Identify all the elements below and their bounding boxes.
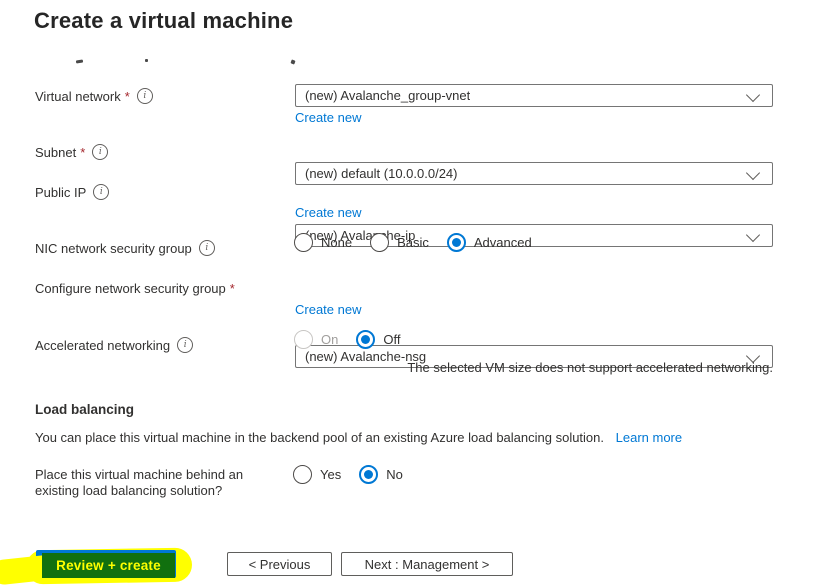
field-label-public-ip: Public IP i <box>35 184 110 200</box>
load-balancing-radio-group: Yes No <box>293 465 421 484</box>
info-icon[interactable]: i <box>177 337 194 353</box>
accelerated-networking-radio-group: On Off <box>294 330 418 349</box>
virtual-network-value: (new) Avalanche_group-vnet <box>305 88 471 103</box>
previous-button[interactable]: < Previous <box>227 552 332 576</box>
subnet-value: (new) default (10.0.0.0/24) <box>305 166 458 181</box>
nic-nsg-radio-group: None Basic Advanced <box>294 233 550 252</box>
radio-circle <box>293 465 312 484</box>
info-icon[interactable]: i <box>92 144 109 160</box>
page-title: Create a virtual machine <box>34 8 294 33</box>
field-label-configure-nsg: Configure network security group * <box>35 281 235 296</box>
radio-advanced[interactable]: Advanced <box>446 233 532 252</box>
radio-circle-disabled <box>294 330 313 349</box>
field-label-virtual-network: Virtual network * i <box>35 88 153 104</box>
required-asterisk: * <box>124 88 130 104</box>
field-label-accelerated-networking: Accelerated networking i <box>35 337 194 353</box>
required-asterisk: * <box>80 144 86 160</box>
create-new-public-ip-link[interactable]: Create new <box>295 205 361 220</box>
load-balancing-description: You can place this virtual machine in th… <box>35 430 683 445</box>
review-create-button[interactable]: Review + create <box>42 553 175 578</box>
info-icon[interactable]: i <box>93 184 110 200</box>
radio-basic[interactable]: Basic <box>370 233 429 252</box>
next-management-button[interactable]: Next : Management > <box>341 552 513 576</box>
radio-circle <box>370 233 390 252</box>
radio-off[interactable]: Off <box>356 330 400 349</box>
learn-more-link[interactable]: Learn more <box>616 430 682 445</box>
text-remnant <box>75 59 84 64</box>
create-vm-page: Create a virtual machine Virtual network… <box>0 0 828 586</box>
chevron-down-icon <box>745 227 761 243</box>
radio-on-disabled: On <box>294 330 338 349</box>
virtual-network-select[interactable]: (new) Avalanche_group-vnet <box>295 84 773 107</box>
text-remnant <box>290 59 296 65</box>
radio-none[interactable]: None <box>294 233 352 252</box>
info-icon[interactable]: i <box>136 88 153 104</box>
chevron-down-icon <box>745 165 761 181</box>
radio-circle-selected <box>359 465 379 484</box>
field-label-nic-nsg: NIC network security group i <box>35 240 215 256</box>
load-balancing-question: Place this virtual machine behind an exi… <box>35 467 244 498</box>
radio-circle <box>294 233 313 252</box>
radio-yes[interactable]: Yes <box>293 465 341 484</box>
subnet-select[interactable]: (new) default (10.0.0.0/24) <box>295 162 773 185</box>
radio-no[interactable]: No <box>359 465 403 484</box>
chevron-down-icon <box>745 87 761 103</box>
load-balancing-header: Load balancing <box>35 402 135 417</box>
accelerated-networking-note: The selected VM size does not support ac… <box>407 360 773 375</box>
text-remnant <box>145 59 148 62</box>
radio-circle-selected <box>356 330 376 349</box>
info-icon[interactable]: i <box>198 240 215 256</box>
create-new-vnet-link[interactable]: Create new <box>295 110 361 125</box>
radio-circle-selected <box>446 233 466 252</box>
required-asterisk: * <box>229 281 235 296</box>
create-new-nsg-link[interactable]: Create new <box>295 302 361 317</box>
field-label-subnet: Subnet * i <box>35 144 109 160</box>
